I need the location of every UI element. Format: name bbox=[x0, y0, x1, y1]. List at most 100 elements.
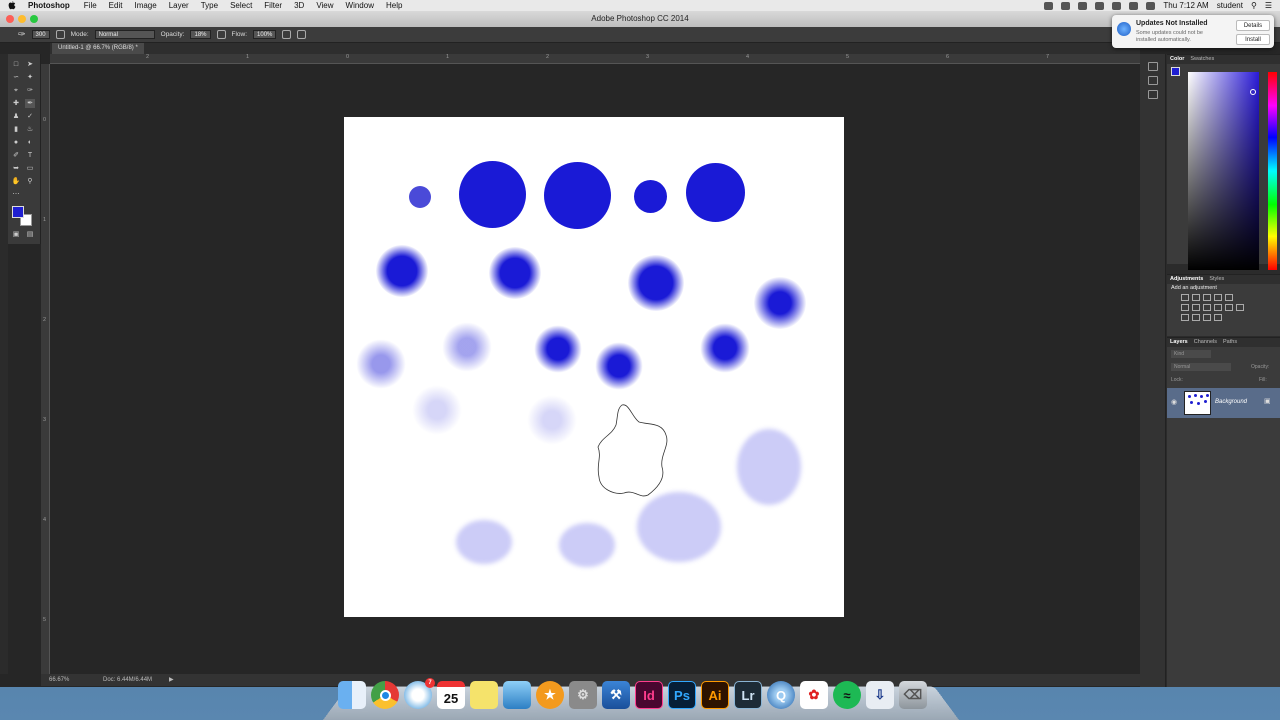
menu-view[interactable]: View bbox=[316, 1, 333, 10]
invert-adjust-icon[interactable] bbox=[1181, 314, 1189, 321]
type-tool-icon[interactable]: T bbox=[25, 151, 35, 160]
quick-mask-icon[interactable]: ▣ bbox=[11, 230, 21, 239]
exposure-adjust-icon[interactable] bbox=[1214, 294, 1222, 301]
record-status-icon[interactable] bbox=[1078, 1, 1088, 10]
downloads-icon[interactable]: ⇩ bbox=[866, 681, 894, 709]
menu-window[interactable]: Window bbox=[346, 1, 374, 10]
acrobat-icon[interactable]: ✿ bbox=[800, 681, 828, 709]
document-size[interactable]: Doc: 6.44M/6.44M bbox=[103, 674, 152, 686]
foreground-color-swatch[interactable] bbox=[12, 206, 24, 218]
black-white-adjust-icon[interactable] bbox=[1203, 304, 1211, 311]
posterize-adjust-icon[interactable] bbox=[1192, 314, 1200, 321]
tab-color[interactable]: Color bbox=[1170, 55, 1184, 64]
tab-adjustments[interactable]: Adjustments bbox=[1170, 275, 1203, 284]
magic-wand-tool-icon[interactable]: ✦ bbox=[25, 73, 35, 82]
illustrator-icon[interactable]: Ai bbox=[701, 681, 729, 709]
clock[interactable]: Thu 7:12 AM bbox=[1163, 1, 1208, 10]
wifi-icon[interactable] bbox=[1112, 1, 1122, 10]
marquee-tool-icon[interactable]: □ bbox=[11, 60, 21, 69]
path-selection-tool-icon[interactable]: ➥ bbox=[11, 164, 21, 173]
curves-adjust-icon[interactable] bbox=[1203, 294, 1211, 301]
photo-filter-adjust-icon[interactable] bbox=[1214, 304, 1222, 311]
tab-channels[interactable]: Channels bbox=[1194, 338, 1217, 347]
apple-icon[interactable] bbox=[8, 1, 16, 10]
lasso-tool-icon[interactable]: ∽ bbox=[11, 73, 21, 82]
close-window-button[interactable] bbox=[6, 15, 14, 23]
flow-input[interactable]: 100% bbox=[253, 30, 277, 39]
tab-layers[interactable]: Layers bbox=[1170, 338, 1188, 347]
airbrush-icon[interactable] bbox=[282, 30, 292, 39]
opacity-input[interactable]: 18% bbox=[190, 30, 211, 39]
eraser-tool-icon[interactable]: ▮ bbox=[11, 125, 21, 134]
paint-bucket-tool-icon[interactable]: ♨ bbox=[25, 125, 35, 134]
photoshop-icon[interactable]: Ps bbox=[668, 681, 696, 709]
shape-tool-icon[interactable]: ▭ bbox=[25, 164, 35, 173]
install-button[interactable]: Install bbox=[1236, 34, 1270, 45]
hue-saturation-adjust-icon[interactable] bbox=[1181, 304, 1189, 311]
properties-panel-icon[interactable] bbox=[1148, 90, 1158, 99]
hue-slider[interactable] bbox=[1268, 72, 1277, 270]
xcode-icon[interactable]: ⚒ bbox=[602, 681, 630, 709]
visibility-eye-icon[interactable]: ◉ bbox=[1171, 398, 1177, 406]
preview-icon[interactable] bbox=[503, 681, 531, 709]
spotify-icon[interactable]: ≈ bbox=[833, 681, 861, 709]
threshold-adjust-icon[interactable] bbox=[1203, 314, 1211, 321]
clone-stamp-tool-icon[interactable]: ♟ bbox=[11, 112, 21, 121]
menu-select[interactable]: Select bbox=[230, 1, 252, 10]
tab-paths[interactable]: Paths bbox=[1223, 338, 1237, 347]
details-button[interactable]: Details bbox=[1236, 20, 1270, 31]
trash-icon[interactable]: ⌫ bbox=[899, 681, 927, 709]
menu-3d[interactable]: 3D bbox=[294, 1, 304, 10]
blend-mode-select[interactable]: Normal bbox=[1171, 363, 1231, 371]
vibrance-adjust-icon[interactable] bbox=[1225, 294, 1233, 301]
user-name[interactable]: student bbox=[1217, 1, 1243, 10]
finder-icon[interactable] bbox=[338, 681, 366, 709]
menu-help[interactable]: Help bbox=[386, 1, 402, 10]
blur-tool-icon[interactable]: ● bbox=[11, 138, 21, 147]
brush-panel-icon[interactable] bbox=[55, 30, 65, 39]
tab-styles[interactable]: Styles bbox=[1209, 275, 1224, 284]
more-tools-icon[interactable]: ⋯ bbox=[11, 190, 21, 199]
brightness-adjust-icon[interactable] bbox=[1181, 294, 1189, 301]
notification-center-icon[interactable]: ☰ bbox=[1265, 1, 1272, 10]
eyedropper-tool-icon[interactable]: ✑ bbox=[25, 86, 35, 95]
menu-app-name[interactable]: Photoshop bbox=[28, 1, 70, 10]
zoom-level[interactable]: 66.67% bbox=[49, 674, 69, 686]
tab-swatches[interactable]: Swatches bbox=[1190, 55, 1214, 64]
hand-tool-icon[interactable]: ✋ bbox=[11, 177, 21, 186]
indesign-icon[interactable]: Id bbox=[635, 681, 663, 709]
color-balance-adjust-icon[interactable] bbox=[1192, 304, 1200, 311]
sync-status-icon[interactable] bbox=[1061, 1, 1071, 10]
search-icon[interactable]: ⚲ bbox=[1251, 1, 1257, 10]
layer-row-background[interactable]: ◉ Background ▣ bbox=[1167, 388, 1280, 418]
status-menu-arrow-icon[interactable]: ▶ bbox=[169, 674, 174, 686]
document-canvas[interactable] bbox=[344, 117, 844, 617]
pressure-size-icon[interactable] bbox=[297, 30, 307, 39]
history-panel-icon[interactable] bbox=[1148, 62, 1158, 71]
levels-adjust-icon[interactable] bbox=[1192, 294, 1200, 301]
volume-icon[interactable] bbox=[1129, 1, 1139, 10]
minimize-window-button[interactable] bbox=[18, 15, 26, 23]
bluetooth-icon[interactable] bbox=[1095, 1, 1105, 10]
dropbox-status-icon[interactable] bbox=[1044, 1, 1054, 10]
brush-tool-icon[interactable]: ✑ bbox=[18, 29, 26, 40]
safari-icon[interactable]: 7 bbox=[404, 678, 435, 709]
brush-tool-icon[interactable]: ✒ bbox=[25, 99, 35, 108]
calendar-icon[interactable]: 25 bbox=[437, 681, 465, 709]
crop-tool-icon[interactable]: ⌖ bbox=[11, 86, 21, 95]
lightroom-icon[interactable]: Lr bbox=[734, 681, 762, 709]
screen-mode-icon[interactable]: ▤ bbox=[25, 230, 35, 239]
info-panel-icon[interactable] bbox=[1148, 76, 1158, 85]
history-brush-tool-icon[interactable]: ✓ bbox=[25, 112, 35, 121]
healing-tool-icon[interactable]: ✚ bbox=[11, 99, 21, 108]
menu-edit[interactable]: Edit bbox=[109, 1, 123, 10]
menu-layer[interactable]: Layer bbox=[169, 1, 189, 10]
menu-image[interactable]: Image bbox=[134, 1, 156, 10]
channel-mixer-adjust-icon[interactable] bbox=[1225, 304, 1233, 311]
pen-tool-icon[interactable]: ✐ bbox=[11, 151, 21, 160]
color-picker-field[interactable] bbox=[1188, 72, 1259, 270]
gradient-map-adjust-icon[interactable] bbox=[1214, 314, 1222, 321]
layer-name[interactable]: Background bbox=[1215, 399, 1247, 405]
menu-filter[interactable]: Filter bbox=[264, 1, 282, 10]
chrome-icon[interactable] bbox=[371, 681, 399, 709]
